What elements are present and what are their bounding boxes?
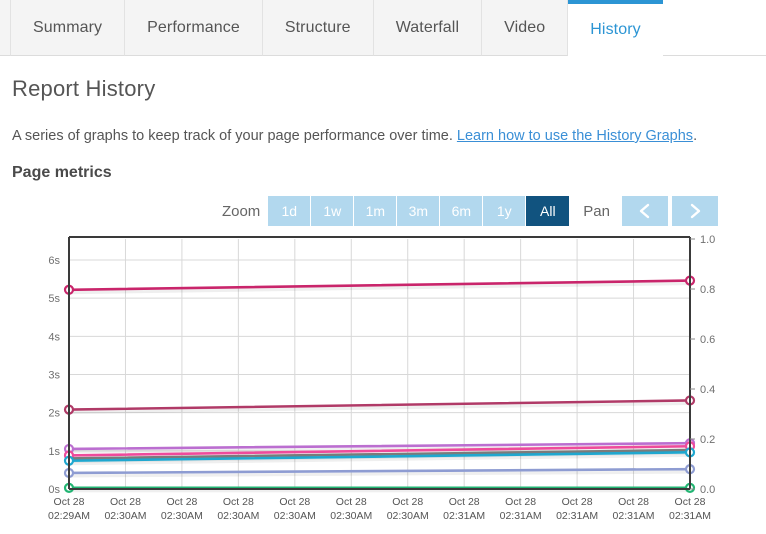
y-axis-left-tick: 5s bbox=[48, 293, 60, 305]
tab-summary[interactable]: Summary bbox=[10, 0, 126, 56]
history-content: Report History A series of graphs to kee… bbox=[0, 76, 766, 532]
x-axis-tick-date: Oct 28 bbox=[54, 496, 85, 508]
pan-group bbox=[618, 196, 718, 226]
tab-structure-label: Structure bbox=[284, 18, 351, 36]
tabbar-right-edge bbox=[662, 0, 766, 56]
y-axis-left-tick: 2s bbox=[48, 408, 60, 420]
x-axis-labels: Oct 28 02:29AM Oct 28 02:30AM Oct 28 02:30AM O… bbox=[48, 496, 711, 522]
report-tabs: Summary Performance Structure Waterfall … bbox=[0, 0, 766, 56]
x-axis-tick-time: 02:29AM bbox=[48, 510, 90, 522]
x-axis-tick-date: Oct 28 bbox=[449, 496, 480, 508]
zoom-btn-1y-label: 1y bbox=[496, 203, 512, 219]
y-axis-left-labels: 0s 1s 2s 3s 4s 5s 6s bbox=[48, 255, 60, 496]
zoom-btn-all-label: All bbox=[540, 203, 556, 219]
tab-video[interactable]: Video bbox=[482, 0, 569, 56]
intro-text: A series of graphs to keep track of your… bbox=[12, 128, 754, 144]
history-graphs-link[interactable]: Learn how to use the History Graphs bbox=[457, 128, 693, 144]
zoom-btn-3m-label: 3m bbox=[408, 203, 429, 219]
section-title-page-metrics: Page metrics bbox=[12, 164, 112, 181]
tab-summary-label: Summary bbox=[33, 18, 103, 36]
zoom-btn-1m[interactable]: 1m bbox=[354, 196, 398, 226]
zoom-range-group: 1d 1w 1m 3m 6m 1y All bbox=[268, 196, 570, 226]
x-axis-tick-time: 02:30AM bbox=[161, 510, 203, 522]
x-axis-tick-time: 02:31AM bbox=[500, 510, 542, 522]
page-metrics-chart[interactable]: 0s 1s 2s 3s 4s 5s 6s 0.0 0.2 0.4 0.6 0.8 1.0 Oct 28… bbox=[12, 232, 766, 532]
x-axis-tick-date: Oct 28 bbox=[336, 496, 367, 508]
pan-left-button[interactable] bbox=[622, 196, 668, 226]
zoom-btn-1y[interactable]: 1y bbox=[483, 196, 527, 226]
x-axis-tick-time: 02:30AM bbox=[330, 510, 372, 522]
tabbar-left-edge bbox=[0, 0, 10, 56]
y-axis-right-tick: 0.8 bbox=[700, 284, 715, 296]
chevron-right-icon bbox=[690, 203, 701, 219]
x-axis-tick-date: Oct 28 bbox=[562, 496, 593, 508]
x-axis-tick-time: 02:30AM bbox=[217, 510, 259, 522]
x-axis-tick-time: 02:30AM bbox=[274, 510, 316, 522]
x-axis-tick-date: Oct 28 bbox=[618, 496, 649, 508]
x-axis-tick-time: 02:31AM bbox=[556, 510, 598, 522]
page-title: Report History bbox=[12, 76, 156, 101]
chart-toolbar: Zoom 1d 1w 1m 3m 6m 1y All Pan bbox=[12, 196, 754, 230]
tab-history[interactable]: History bbox=[568, 0, 663, 56]
zoom-label: Zoom bbox=[221, 202, 261, 220]
y-axis-right-tick: 0.4 bbox=[700, 384, 715, 396]
x-axis-tick-date: Oct 28 bbox=[279, 496, 310, 508]
x-axis-tick-time: 02:31AM bbox=[443, 510, 485, 522]
tab-performance[interactable]: Performance bbox=[125, 0, 263, 56]
page-metrics-chart-svg[interactable]: 0s 1s 2s 3s 4s 5s 6s 0.0 0.2 0.4 0.6 0.8 1.0 Oct 28… bbox=[12, 232, 766, 532]
x-axis-tick-date: Oct 28 bbox=[392, 496, 423, 508]
y-axis-right-labels: 0.0 0.2 0.4 0.6 0.8 1.0 bbox=[690, 234, 715, 496]
y-axis-right-tick: 1.0 bbox=[700, 234, 715, 246]
y-axis-left-tick: 3s bbox=[48, 369, 60, 381]
x-axis-tick-time: 02:31AM bbox=[613, 510, 655, 522]
x-axis-tick-time: 02:30AM bbox=[104, 510, 146, 522]
tab-structure[interactable]: Structure bbox=[262, 0, 374, 56]
x-axis-tick-date: Oct 28 bbox=[110, 496, 141, 508]
x-axis-tick-date: Oct 28 bbox=[675, 496, 706, 508]
y-axis-left-tick: 6s bbox=[48, 255, 60, 267]
zoom-btn-1d[interactable]: 1d bbox=[268, 196, 312, 226]
chart-series-layer bbox=[63, 275, 696, 493]
zoom-btn-3m[interactable]: 3m bbox=[397, 196, 441, 226]
chevron-left-icon bbox=[639, 203, 650, 219]
x-axis-tick-time: 02:31AM bbox=[669, 510, 711, 522]
tab-waterfall[interactable]: Waterfall bbox=[373, 0, 483, 56]
pan-label: Pan bbox=[583, 202, 610, 220]
tab-history-label: History bbox=[590, 20, 641, 38]
x-axis-tick-date: Oct 28 bbox=[223, 496, 254, 508]
y-axis-right-tick: 0.2 bbox=[700, 434, 715, 446]
tab-video-label: Video bbox=[504, 18, 546, 36]
zoom-btn-1d-label: 1d bbox=[281, 203, 298, 219]
zoom-btn-6m-label: 6m bbox=[451, 203, 472, 219]
zoom-btn-1w[interactable]: 1w bbox=[311, 196, 355, 226]
pan-right-button[interactable] bbox=[672, 196, 718, 226]
zoom-btn-all[interactable]: All bbox=[526, 196, 570, 226]
zoom-btn-1w-label: 1w bbox=[323, 203, 342, 219]
intro-text-before: A series of graphs to keep track of your… bbox=[12, 128, 457, 144]
x-axis-tick-time: 02:30AM bbox=[387, 510, 429, 522]
x-axis-tick-date: Oct 28 bbox=[166, 496, 197, 508]
y-axis-right-tick: 0.0 bbox=[700, 484, 715, 496]
x-axis-tick-date: Oct 28 bbox=[505, 496, 536, 508]
zoom-btn-6m[interactable]: 6m bbox=[440, 196, 484, 226]
y-axis-right-tick: 0.6 bbox=[700, 334, 715, 346]
y-axis-left-tick: 1s bbox=[48, 446, 60, 458]
tab-performance-label: Performance bbox=[147, 18, 240, 36]
y-axis-left-tick: 0s bbox=[48, 484, 60, 496]
zoom-btn-1m-label: 1m bbox=[365, 203, 386, 219]
intro-text-after: . bbox=[693, 128, 698, 144]
tab-waterfall-label: Waterfall bbox=[395, 18, 460, 36]
y-axis-left-tick: 4s bbox=[48, 331, 60, 343]
